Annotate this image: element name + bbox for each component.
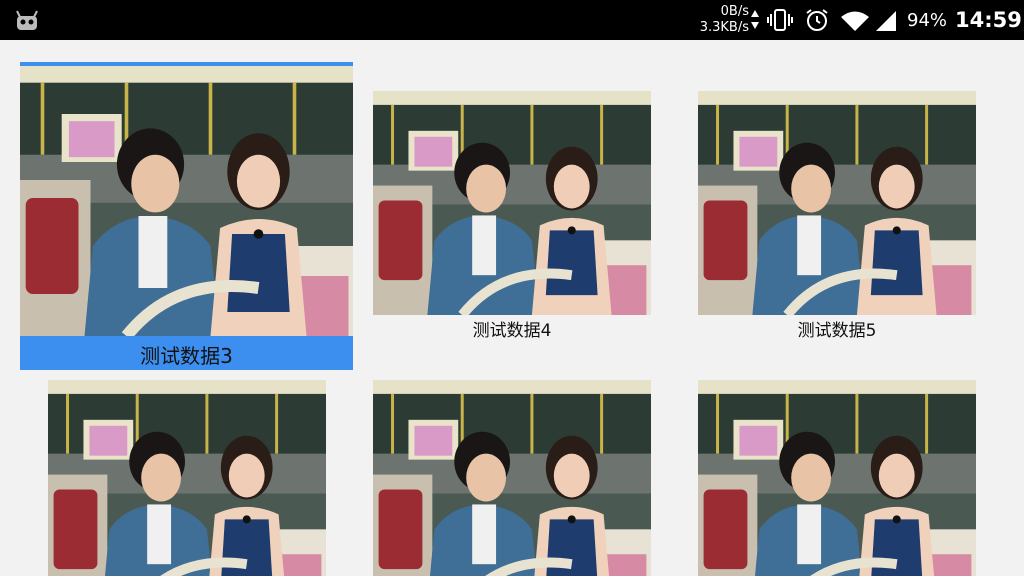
wifi-icon — [841, 11, 869, 31]
photo — [48, 380, 326, 576]
photo — [698, 380, 976, 576]
grid-item-caption: 测试数据3 — [140, 344, 233, 368]
photo — [20, 66, 353, 336]
grid-item-1[interactable]: 测试数据3 — [20, 62, 353, 370]
net-up-speed: 0B/s — [720, 4, 749, 19]
alarm-icon — [806, 9, 828, 31]
thumbnail-image — [48, 380, 326, 576]
status-bar: 0B/s 3.3KB/s 94% 14:59 — [0, 0, 1024, 40]
thumbnail-image — [373, 380, 651, 576]
grid-item-2[interactable]: 测试数据4 — [373, 91, 651, 349]
battery-level: 94% — [907, 10, 948, 31]
network-speed-arrows-icon — [751, 10, 759, 29]
grid-item-3[interactable]: 测试数据5 — [698, 91, 976, 349]
grid-item-6[interactable] — [698, 380, 976, 576]
net-down-speed: 3.3KB/s — [699, 20, 749, 35]
clock: 14:59 — [955, 8, 1022, 32]
thumbnail-image — [20, 66, 353, 336]
photo — [373, 91, 651, 315]
thumbnail-image — [373, 91, 651, 315]
thumbnail-image — [698, 91, 976, 315]
photo — [698, 91, 976, 315]
thumbnail-image — [698, 380, 976, 576]
signal-icon — [876, 11, 896, 31]
grid-item-5[interactable] — [373, 380, 651, 576]
grid-item-caption: 测试数据5 — [797, 321, 877, 341]
android-debug-icon — [16, 10, 38, 30]
grid-item-caption: 测试数据4 — [472, 321, 552, 341]
grid-item-4[interactable] — [48, 380, 326, 576]
vibrate-icon — [767, 9, 793, 31]
network-speed: 0B/s 3.3KB/s — [695, 4, 749, 36]
photo — [373, 380, 651, 576]
